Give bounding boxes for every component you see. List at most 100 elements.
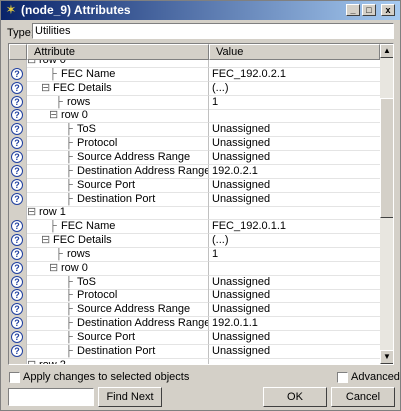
table-row[interactable]: ? ├ Destination Port Unassigned [9, 344, 380, 359]
value-cell[interactable]: 1 [209, 96, 380, 110]
attribute-cell[interactable]: ├ Destination Address Range [27, 317, 209, 332]
table-row[interactable]: ? ├ rows 1 [9, 247, 380, 262]
ok-button[interactable]: OK [263, 387, 327, 407]
help-icon[interactable]: ? [11, 95, 23, 108]
attribute-cell[interactable]: ├ rows [27, 95, 209, 110]
value-cell[interactable]: Unassigned [209, 276, 380, 290]
help-icon[interactable]: ? [11, 331, 23, 343]
value-cell[interactable] [209, 109, 380, 124]
find-next-button[interactable]: Find Next [98, 387, 162, 407]
advanced-label[interactable]: Advanced [351, 371, 400, 383]
table-row[interactable]: ? ⊟ row 0 [9, 109, 380, 124]
advanced-checkbox[interactable] [337, 372, 348, 383]
value-cell[interactable]: Unassigned [209, 303, 380, 318]
attribute-cell[interactable]: ├ Protocol [27, 289, 209, 304]
collapse-icon[interactable]: ⊟ [41, 82, 50, 95]
help-icon[interactable]: ? [11, 234, 23, 247]
table-row[interactable]: ? ├ Destination Address Range 192.0.1.1 [9, 317, 380, 332]
value-cell[interactable]: (...) [209, 234, 380, 249]
table-row[interactable]: ? ├ ToS Unassigned [9, 123, 380, 138]
collapse-icon[interactable]: ⊟ [27, 359, 36, 364]
scroll-thumb[interactable] [380, 98, 393, 218]
help-icon[interactable]: ? [11, 261, 23, 274]
table-row[interactable]: ⊟ row 1 [9, 206, 380, 221]
value-cell[interactable] [209, 60, 380, 68]
collapse-icon[interactable]: ⊟ [41, 234, 50, 247]
attribute-cell[interactable]: ├ Destination Port [27, 344, 209, 359]
maximize-icon[interactable]: □ [362, 4, 376, 16]
scroll-up-icon[interactable]: ▲ [380, 44, 393, 58]
value-cell[interactable]: 192.0.2.1 [209, 165, 380, 179]
vertical-scrollbar[interactable]: ▲ ▼ [380, 44, 393, 364]
value-cell[interactable]: 1 [209, 248, 380, 262]
help-icon[interactable]: ? [11, 137, 23, 150]
value-cell[interactable]: FEC_192.0.1.1 [209, 220, 380, 235]
attribute-cell[interactable]: ├ Source Port [27, 331, 209, 345]
table-row[interactable]: ? ├ rows 1 [9, 95, 380, 110]
table-row[interactable]: ⊟ row 0 [9, 60, 380, 68]
attribute-cell[interactable]: ├ FEC Name [27, 220, 209, 235]
attribute-cell[interactable]: ⊟ row 1 [27, 206, 209, 221]
value-cell[interactable]: Unassigned [209, 179, 380, 193]
attribute-cell[interactable]: ├ Protocol [27, 137, 209, 152]
apply-changes-checkbox[interactable] [9, 372, 20, 383]
value-cell[interactable]: Unassigned [209, 289, 380, 304]
minimize-icon[interactable]: _ [346, 4, 360, 16]
attribute-cell[interactable]: ⊟ row 2 [27, 358, 209, 364]
help-icon[interactable]: ? [11, 150, 23, 163]
help-icon[interactable]: ? [11, 67, 23, 80]
attribute-cell[interactable]: ⊟ FEC Details [27, 234, 209, 249]
value-cell[interactable]: (...) [209, 82, 380, 96]
table-row[interactable]: ? ⊟ row 0 [9, 261, 380, 276]
table-row[interactable]: ? ├ Source Address Range Unassigned [9, 150, 380, 165]
attribute-cell[interactable]: ├ Source Address Range [27, 150, 209, 165]
find-input[interactable] [8, 388, 94, 406]
table-row[interactable]: ? ├ Source Address Range Unassigned [9, 303, 380, 318]
value-cell[interactable]: Unassigned [209, 123, 380, 138]
title-bar[interactable]: ✶ (node_9) Attributes _ □ x [1, 1, 400, 20]
value-cell[interactable]: FEC_192.0.2.1 [209, 68, 380, 82]
table-row[interactable]: ? ⊟ FEC Details (...) [9, 81, 380, 96]
collapse-icon[interactable]: ⊟ [27, 206, 36, 219]
type-field[interactable]: Utilities [32, 23, 394, 39]
attribute-cell[interactable]: ├ ToS [27, 123, 209, 138]
attribute-cell[interactable]: ⊟ row 0 [27, 60, 209, 68]
collapse-icon[interactable]: ⊟ [27, 60, 36, 67]
attribute-cell[interactable]: ├ ToS [27, 275, 209, 290]
help-icon[interactable]: ? [11, 192, 23, 205]
table-row[interactable]: ? ├ ToS Unassigned [9, 275, 380, 290]
collapse-icon[interactable]: ⊟ [49, 262, 58, 275]
table-row[interactable]: ? ├ Destination Address Range 192.0.2.1 [9, 164, 380, 179]
value-cell[interactable]: Unassigned [209, 137, 380, 152]
table-row[interactable]: ? ├ Protocol Unassigned [9, 137, 380, 152]
table-row[interactable]: ? ├ Protocol Unassigned [9, 289, 380, 304]
attribute-cell[interactable]: ├ Destination Address Range [27, 164, 209, 179]
attribute-cell[interactable]: ⊟ row 0 [27, 109, 209, 124]
attribute-cell[interactable]: ⊟ row 0 [27, 261, 209, 276]
close-icon[interactable]: x [381, 4, 395, 16]
value-cell[interactable]: Unassigned [209, 193, 380, 207]
value-cell[interactable] [209, 359, 380, 364]
value-cell[interactable] [209, 262, 380, 276]
attribute-cell[interactable]: ├ Source Port [27, 178, 209, 193]
value-cell[interactable]: Unassigned [209, 151, 380, 165]
value-cell[interactable]: Unassigned [209, 331, 380, 345]
collapse-icon[interactable]: ⊟ [49, 109, 58, 122]
value-column-header[interactable]: Value [209, 44, 380, 60]
apply-changes-label[interactable]: Apply changes to selected objects [23, 371, 189, 383]
value-cell[interactable] [209, 206, 380, 221]
attribute-cell[interactable]: ├ Source Address Range [27, 303, 209, 318]
table-row[interactable]: ? ├ Source Port Unassigned [9, 178, 380, 193]
help-icon[interactable]: ? [11, 81, 23, 94]
scroll-down-icon[interactable]: ▼ [380, 350, 393, 364]
help-icon[interactable]: ? [11, 247, 23, 260]
help-icon[interactable]: ? [11, 178, 23, 191]
help-icon[interactable]: ? [11, 164, 23, 177]
attribute-cell[interactable]: ├ rows [27, 247, 209, 262]
table-row[interactable]: ? ├ Destination Port Unassigned [9, 192, 380, 207]
attribute-column-header[interactable]: Attribute [27, 44, 209, 60]
help-icon[interactable]: ? [11, 275, 23, 288]
attribute-cell[interactable]: ├ Destination Port [27, 192, 209, 207]
attribute-cell[interactable]: ⊟ FEC Details [27, 81, 209, 96]
table-row[interactable]: ? ├ Source Port Unassigned [9, 331, 380, 345]
